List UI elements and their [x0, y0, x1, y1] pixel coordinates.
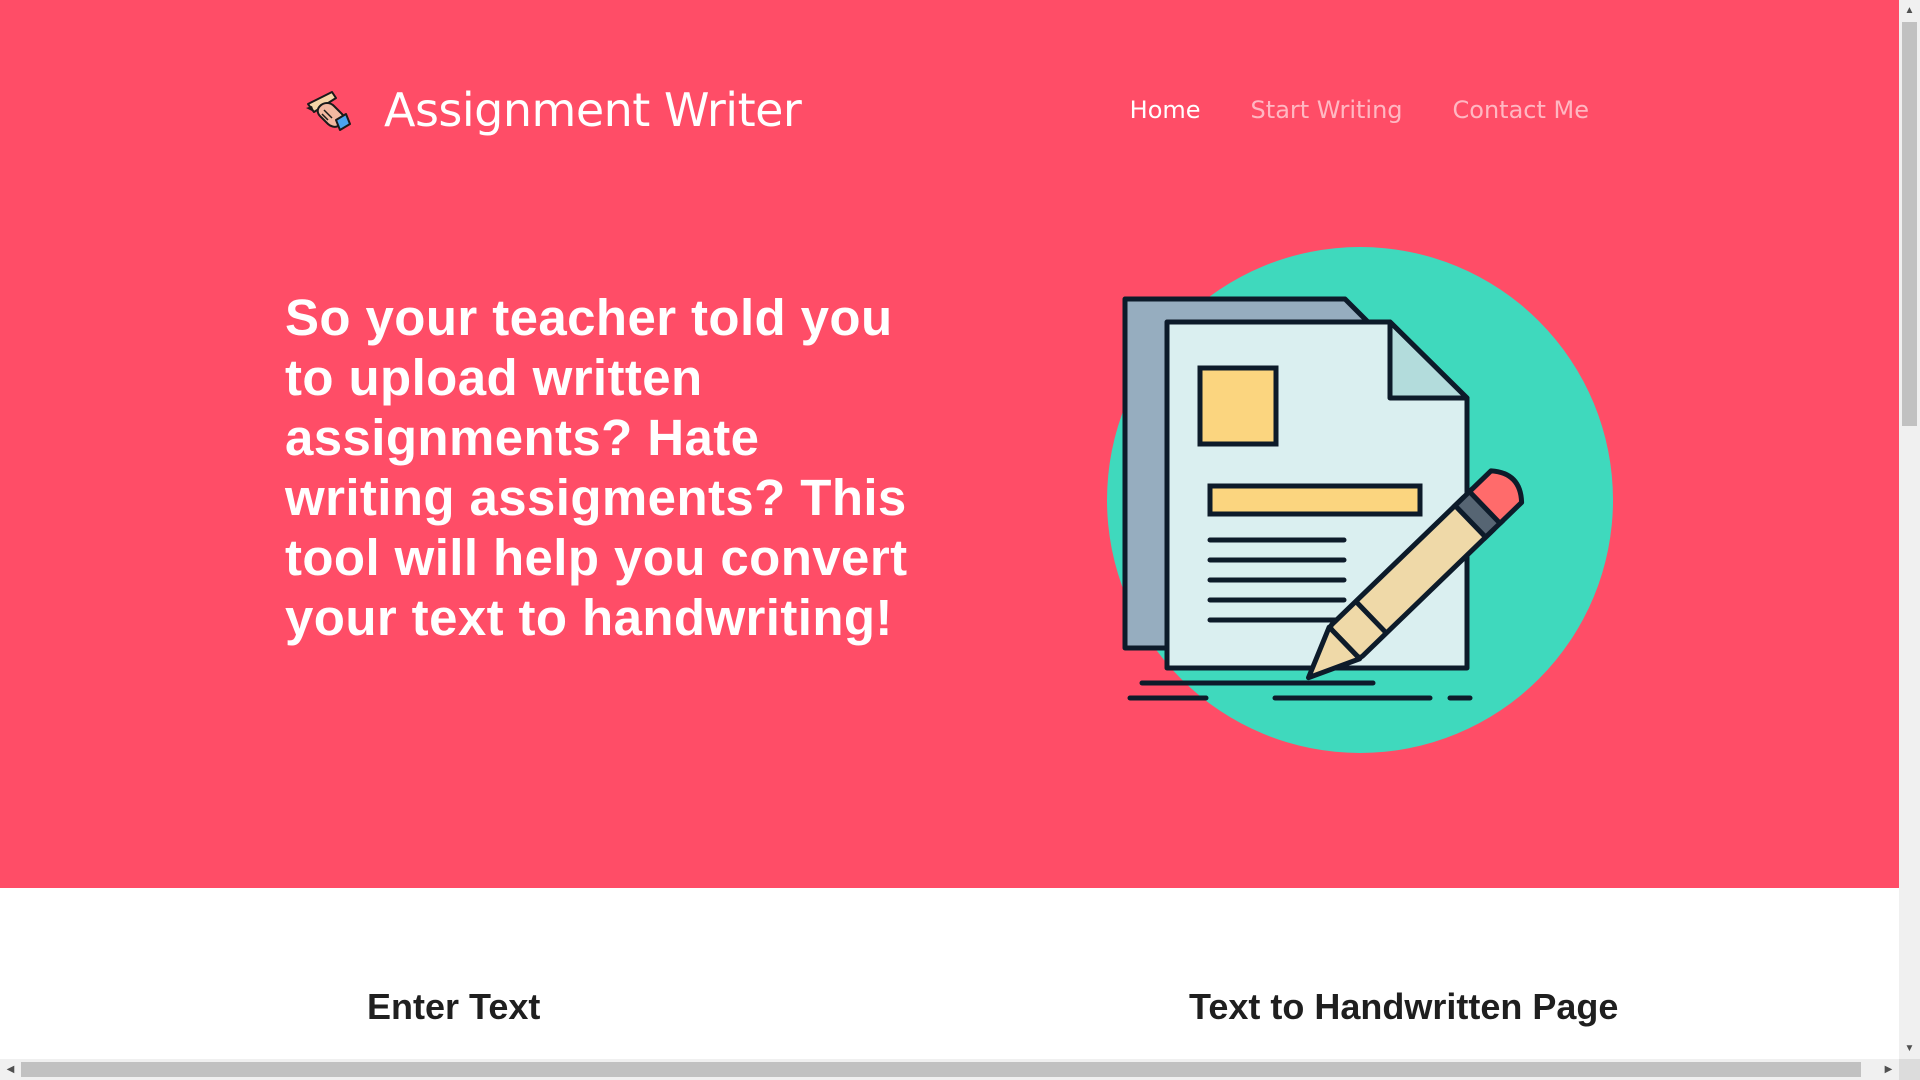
hand-writing-icon [306, 91, 351, 131]
output-heading: Text to Handwritten Page [1189, 986, 1619, 1027]
scroll-right-icon[interactable]: ▶ [1878, 1059, 1899, 1080]
document-pencil-icon [1107, 247, 1613, 753]
scrollbar-corner [1899, 1059, 1920, 1080]
scroll-down-icon[interactable]: ▼ [1899, 1038, 1920, 1059]
scroll-left-icon[interactable]: ◀ [0, 1059, 21, 1080]
brand[interactable]: Assignment Writer [302, 83, 802, 137]
hero-section: Assignment Writer Home Start Writing Con… [0, 0, 1899, 888]
scroll-up-icon[interactable]: ▲ [1899, 0, 1920, 21]
nav-contact-me[interactable]: Contact Me [1453, 94, 1589, 126]
horizontal-scroll-thumb[interactable] [21, 1062, 1861, 1077]
hero-headline: So your teacher told you to upload writt… [285, 289, 908, 646]
site-title: Assignment Writer [384, 83, 802, 137]
enter-text-heading: Enter Text [367, 986, 541, 1027]
horizontal-scrollbar[interactable]: ◀ ▶ [0, 1059, 1899, 1080]
nav-start-writing[interactable]: Start Writing [1251, 94, 1403, 126]
page-viewport: Assignment Writer Home Start Writing Con… [0, 0, 1899, 1059]
main-nav: Home Start Writing Contact Me [1130, 94, 1589, 126]
vertical-scrollbar[interactable]: ▲ ▼ [1899, 0, 1920, 1059]
nav-home[interactable]: Home [1130, 94, 1201, 126]
vertical-scroll-thumb[interactable] [1902, 22, 1917, 426]
